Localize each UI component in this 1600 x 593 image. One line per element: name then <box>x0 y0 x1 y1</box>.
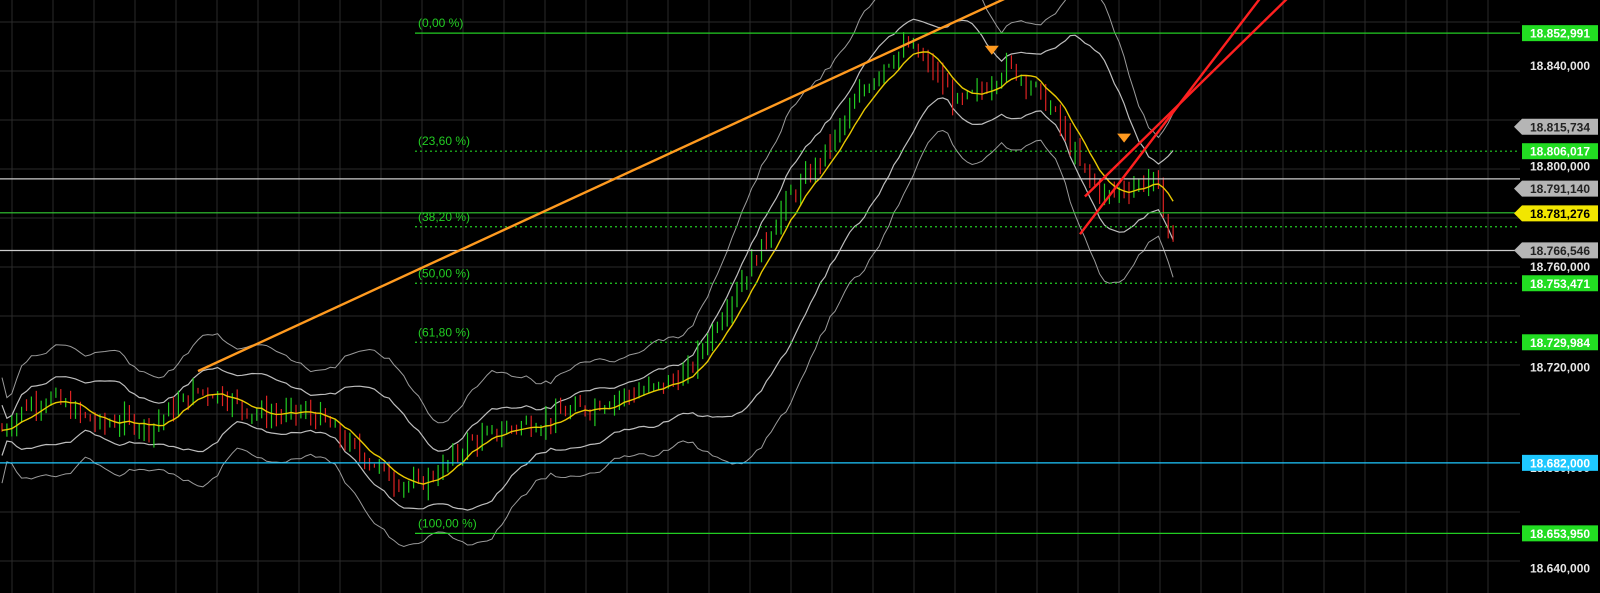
fib-price-tag-text: 18.729,984 <box>1530 336 1590 350</box>
fib-price-tag-text: 18.852,991 <box>1530 27 1590 41</box>
fib-label: (0,00 %) <box>418 16 463 30</box>
fib-label: (23,60 %) <box>418 134 470 148</box>
fib-price-tag-text: 18.753,471 <box>1530 277 1590 291</box>
fib-label: (38,20 %) <box>418 210 470 224</box>
axis-tick-label: 18.640,000 <box>1530 561 1590 575</box>
fib-price-tag-text: 18.653,950 <box>1530 527 1590 541</box>
fib-label: (100,00 %) <box>418 516 477 530</box>
fib-price-tag-text: 18.806,017 <box>1530 145 1590 159</box>
axis-tick-label: 18.720,000 <box>1530 360 1590 374</box>
chart-background <box>0 0 1600 593</box>
price-tag-text: 18.815,734 <box>1530 120 1590 134</box>
axis-tick-label: 18.760,000 <box>1530 260 1590 274</box>
price-tag-text: 18.791,140 <box>1530 182 1590 196</box>
fib-label: (61,80 %) <box>418 325 470 339</box>
candlestick-chart: (0,00 %) (23,60 %) (38,20 %) (50,00 %) (61,8… <box>0 0 1600 593</box>
axis-tick-label: 18.840,000 <box>1530 59 1590 73</box>
axis-tick-label: 18.800,000 <box>1530 159 1590 173</box>
hline-price-tag-text: 18.682,000 <box>1530 456 1590 470</box>
fib-label: (50,00 %) <box>418 266 470 280</box>
price-tag-text: 18.766,546 <box>1530 244 1590 258</box>
price-tag-text: 18.781,276 <box>1530 207 1590 221</box>
